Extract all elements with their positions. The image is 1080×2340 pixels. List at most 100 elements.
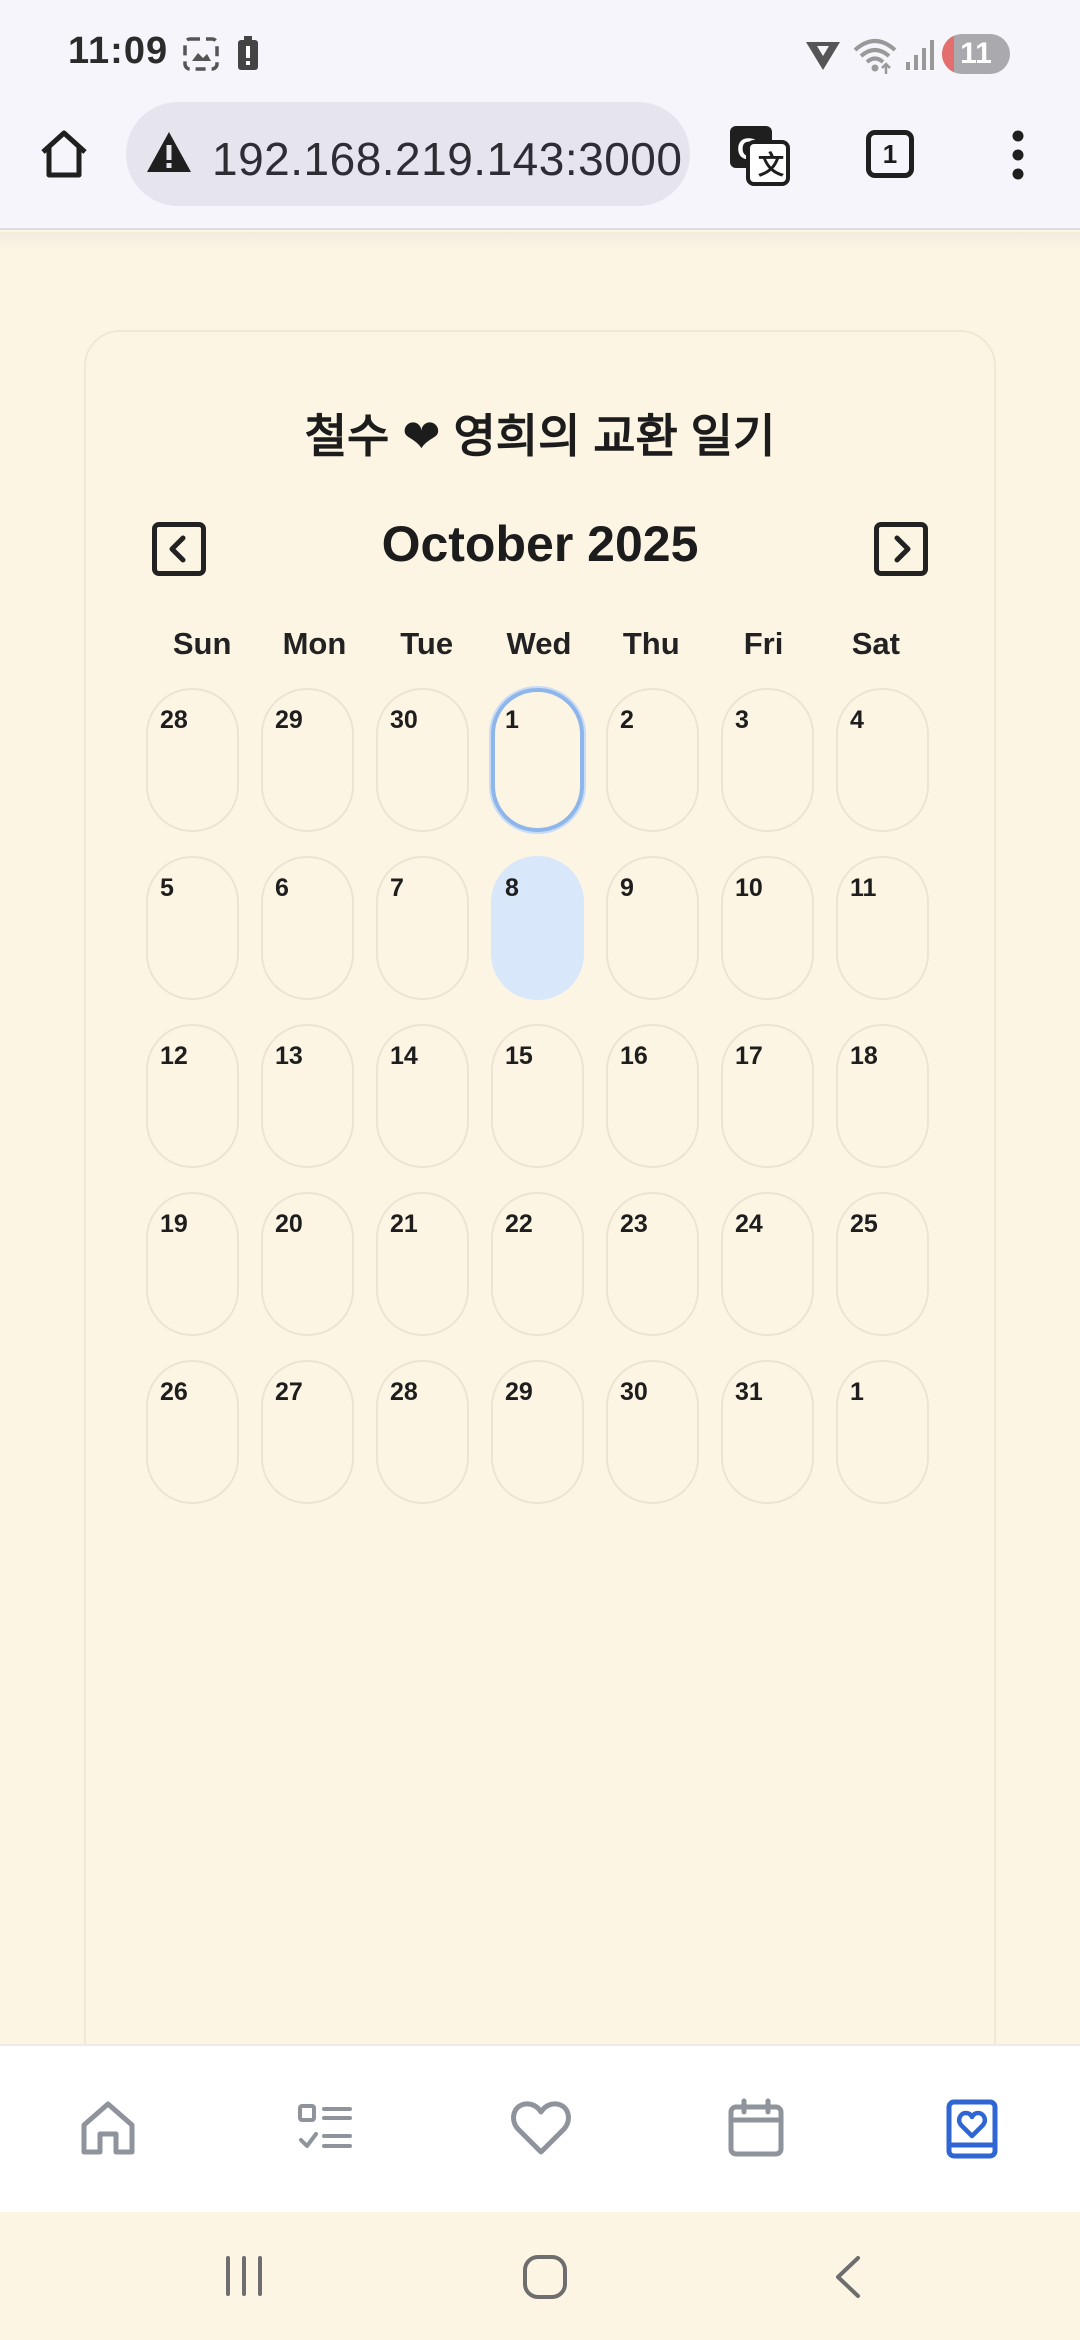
day-number: 6 (275, 874, 289, 902)
day-number: 20 (275, 1210, 303, 1238)
day-number: 7 (390, 874, 404, 902)
next-month-button[interactable] (874, 522, 928, 576)
calendar-day[interactable]: 17 (721, 1024, 814, 1168)
day-number: 30 (390, 706, 418, 734)
weekday-tue: Tue (400, 626, 454, 661)
checklist-icon[interactable] (294, 2098, 354, 2158)
day-number: 24 (735, 1210, 763, 1238)
wifi-icon (853, 39, 897, 74)
calendar-day[interactable]: 20 (261, 1192, 354, 1336)
day-number: 2 (620, 706, 634, 734)
day-number: 25 (850, 1210, 878, 1238)
calendar-day[interactable]: 29 (491, 1360, 584, 1504)
day-number: 31 (735, 1378, 763, 1406)
calendar-day[interactable]: 26 (146, 1360, 239, 1504)
page-top-shadow (0, 232, 1080, 252)
calendar-day[interactable]: 3 (721, 688, 814, 832)
calendar-day[interactable]: 1 (836, 1360, 929, 1504)
weekday-mon: Mon (282, 626, 347, 661)
day-number: 12 (160, 1042, 188, 1070)
calendar-icon[interactable] (726, 2098, 786, 2158)
day-number: 18 (850, 1042, 878, 1070)
calendar-day[interactable]: 5 (146, 856, 239, 1000)
diary-book-icon[interactable] (944, 2098, 1000, 2160)
day-number: 4 (850, 706, 864, 734)
calendar-day[interactable]: 12 (146, 1024, 239, 1168)
calendar-day[interactable]: 7 (376, 856, 469, 1000)
calendar-day[interactable]: 14 (376, 1024, 469, 1168)
notification-count-badge: 11 (942, 34, 1010, 74)
calendar-day[interactable]: 15 (491, 1024, 584, 1168)
day-number: 28 (390, 1378, 418, 1406)
calendar-day[interactable]: 13 (261, 1024, 354, 1168)
day-number: 14 (390, 1042, 418, 1070)
calendar-day[interactable]: 19 (146, 1192, 239, 1336)
svg-text:文: 文 (758, 150, 785, 181)
weekday-fri: Fri (743, 626, 784, 661)
calendar-day[interactable]: 21 (376, 1192, 469, 1336)
weekday-thu: Thu (622, 626, 680, 661)
day-number: 19 (160, 1210, 188, 1238)
bottom-nav (0, 2044, 1080, 2212)
day-number: 21 (390, 1210, 418, 1238)
day-number: 26 (160, 1378, 188, 1406)
not-secure-warning-icon[interactable] (144, 128, 194, 176)
day-number: 23 (620, 1210, 648, 1238)
day-number: 1 (505, 706, 519, 734)
signal-icon (906, 40, 934, 70)
calendar-day-today[interactable]: 1 (491, 688, 584, 832)
day-number: 1 (850, 1378, 864, 1406)
screenshot-icon (183, 37, 219, 71)
translate-icon[interactable]: G 文 (728, 124, 790, 186)
battery-alert-icon (238, 36, 258, 70)
day-number: 30 (620, 1378, 648, 1406)
calendar-day[interactable]: 22 (491, 1192, 584, 1336)
day-number: 22 (505, 1210, 533, 1238)
home-button-icon[interactable] (522, 2254, 568, 2300)
recent-apps-icon[interactable] (220, 2254, 268, 2298)
calendar-day[interactable]: 31 (721, 1360, 814, 1504)
status-bar: 11:09 11 (0, 0, 1080, 100)
tabs-icon[interactable]: 1 (866, 130, 914, 178)
calendar-day[interactable]: 4 (836, 688, 929, 832)
calendar-day[interactable]: 10 (721, 856, 814, 1000)
more-menu-icon[interactable] (1010, 130, 1026, 180)
day-number: 28 (160, 706, 188, 734)
calendar-day[interactable]: 29 (261, 688, 354, 832)
calendar-day[interactable]: 28 (376, 1360, 469, 1504)
address-bar[interactable]: 192.168.219.143:3000 (126, 102, 690, 206)
day-number: 10 (735, 874, 763, 902)
calendar-day[interactable]: 25 (836, 1192, 929, 1336)
home-icon[interactable] (78, 2098, 138, 2158)
weekday-wed: Wed (506, 626, 572, 661)
browser-toolbar: 192.168.219.143:3000 G 文 1 (0, 100, 1080, 230)
calendar-day[interactable]: 6 (261, 856, 354, 1000)
calendar-day[interactable]: 30 (376, 688, 469, 832)
diary-title: 철수 ❤ 영희의 교환 일기 (304, 410, 776, 462)
day-number: 11 (850, 874, 877, 902)
home-icon[interactable] (38, 128, 90, 180)
day-number: 29 (505, 1378, 533, 1406)
status-time: 11:09 (68, 30, 169, 72)
calendar-day-selected[interactable]: 8 (491, 856, 584, 1000)
heart-icon[interactable] (510, 2098, 572, 2158)
calendar-day[interactable]: 9 (606, 856, 699, 1000)
calendar-day[interactable]: 24 (721, 1192, 814, 1336)
url-text[interactable]: 192.168.219.143:3000 (212, 132, 682, 186)
day-number: 17 (735, 1042, 763, 1070)
vpn-icon (806, 42, 840, 70)
weekday-header: Sun Mon Tue Wed Thu Fri Sat (146, 626, 932, 670)
calendar-day[interactable]: 28 (146, 688, 239, 832)
calendar-day[interactable]: 18 (836, 1024, 929, 1168)
calendar-day[interactable]: 11 (836, 856, 929, 1000)
calendar-day[interactable]: 27 (261, 1360, 354, 1504)
calendar-day[interactable]: 2 (606, 688, 699, 832)
chevron-right-icon (894, 535, 911, 563)
back-icon[interactable] (830, 2254, 866, 2300)
day-number: 15 (505, 1042, 533, 1070)
calendar-day[interactable]: 30 (606, 1360, 699, 1504)
system-nav-bar (0, 2212, 1080, 2340)
calendar-day[interactable]: 16 (606, 1024, 699, 1168)
day-number: 13 (275, 1042, 303, 1070)
calendar-day[interactable]: 23 (606, 1192, 699, 1336)
